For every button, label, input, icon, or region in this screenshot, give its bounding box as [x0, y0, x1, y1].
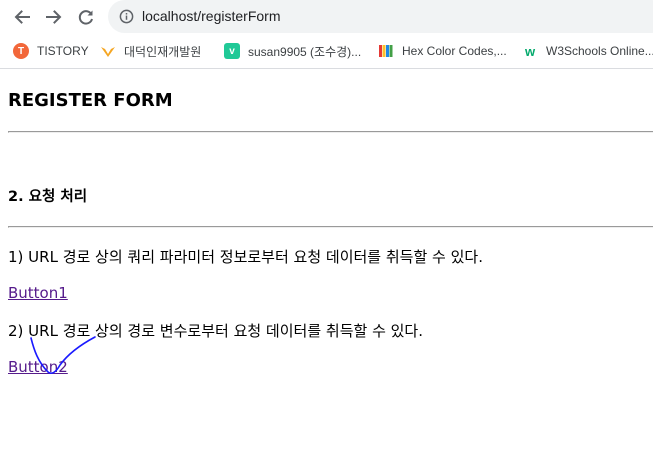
address-bar[interactable]: localhost/registerForm [108, 0, 653, 33]
forward-button[interactable] [41, 4, 67, 30]
bookmark-w3schools[interactable]: w W3Schools Online... [522, 34, 653, 68]
bookmark-tistory[interactable]: T TISTORY [13, 34, 89, 68]
daedeok-icon [100, 43, 116, 59]
divider [8, 131, 653, 133]
page-title: REGISTER FORM [8, 90, 173, 111]
reload-icon [78, 10, 93, 25]
bookmarks-bar: T TISTORY 대덕인재개발원 v susan9905 (조수경)... H… [0, 34, 653, 69]
tistory-icon: T [13, 43, 29, 59]
divider [8, 226, 653, 228]
description-query-param: 1) URL 경로 상의 쿼리 파라미터 정보로부터 요청 데이터를 취득할 수… [8, 248, 483, 266]
reload-button[interactable] [73, 4, 99, 30]
bookmark-label: W3Schools Online... [546, 44, 653, 58]
section-title: 2. 요청 처리 [8, 189, 88, 205]
arrow-left-icon [14, 10, 30, 24]
bookmark-label: 대덕인재개발원 [124, 44, 202, 59]
description-path-variable: 2) URL 경로 상의 경로 변수로부터 요청 데이터를 취득할 수 있다. [8, 322, 424, 340]
handwritten-annotation [30, 336, 96, 374]
url-text[interactable]: localhost/registerForm [142, 8, 281, 24]
velog-icon: v [224, 43, 240, 59]
bookmark-label: TISTORY [37, 44, 89, 58]
info-icon[interactable] [119, 9, 134, 24]
w3schools-icon: w [524, 43, 536, 59]
bookmark-label: Hex Color Codes,... [402, 44, 507, 58]
bookmark-velog[interactable]: v susan9905 (조수경)... [224, 34, 361, 68]
back-button[interactable] [9, 4, 35, 30]
bookmark-label: susan9905 (조수경)... [248, 44, 362, 59]
button2-link[interactable]: Button2 [8, 358, 68, 376]
arrow-right-icon [46, 10, 62, 24]
button1-link[interactable]: Button1 [8, 284, 68, 302]
hex-color-codes-icon [378, 43, 394, 59]
bookmark-hex-color-codes[interactable]: Hex Color Codes,... [378, 34, 507, 68]
browser-toolbar: localhost/registerForm [0, 0, 653, 34]
bookmark-daedeok[interactable]: 대덕인재개발원 [100, 34, 201, 68]
